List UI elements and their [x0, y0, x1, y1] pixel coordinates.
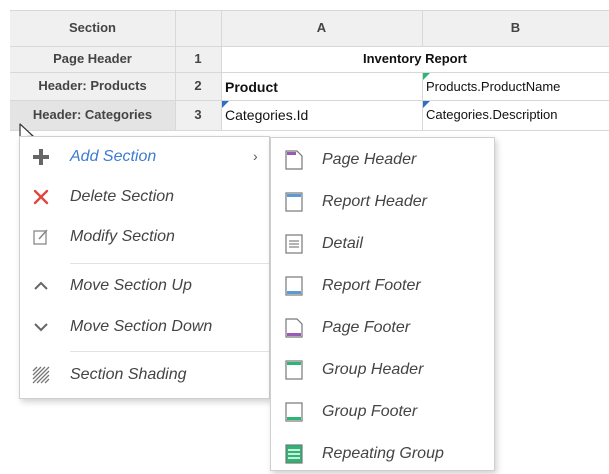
plus-icon — [32, 148, 50, 166]
grid-divider — [10, 130, 609, 131]
submenu-item-detail[interactable]: Detail — [271, 224, 494, 264]
submenu-item-label: Report Footer — [322, 277, 421, 294]
menu-item-label: Add Section — [70, 148, 157, 165]
chevron-down-icon — [32, 318, 50, 336]
shading-icon — [32, 366, 50, 384]
x-icon — [32, 188, 50, 206]
submenu-item-repeating-group[interactable]: Repeating Group — [271, 434, 494, 474]
menu-item-add-section[interactable]: Add Section › — [20, 137, 269, 177]
chevron-right-icon: › — [253, 148, 258, 164]
column-header-section[interactable]: Section — [10, 10, 175, 46]
report-header-icon — [285, 192, 303, 212]
menu-item-modify-section[interactable]: Modify Section — [20, 217, 269, 257]
repeating-group-icon — [285, 444, 303, 464]
add-section-submenu: Page Header Report Header Detail Report … — [270, 137, 495, 471]
row-number[interactable]: 3 — [175, 100, 221, 130]
grid-divider — [10, 46, 609, 47]
submenu-item-label: Group Footer — [322, 403, 418, 420]
detail-icon — [285, 234, 303, 254]
field-indicator-icon — [423, 73, 430, 80]
submenu-item-report-footer[interactable]: Report Footer — [271, 266, 494, 306]
page-footer-icon — [285, 318, 303, 338]
menu-item-delete-section[interactable]: Delete Section — [20, 177, 269, 217]
column-header-rownum — [175, 10, 221, 46]
grid-cell[interactable]: Products.ProductName — [422, 72, 609, 100]
grid-cell[interactable]: Categories.Id — [221, 100, 422, 130]
grid-divider — [10, 100, 609, 101]
field-indicator-icon — [423, 101, 430, 108]
menu-separator — [70, 263, 269, 264]
report-footer-icon — [285, 276, 303, 296]
page-header-icon — [285, 150, 303, 170]
grid-divider — [175, 10, 176, 130]
sections-grid: Section A B Page Header 1 Inventory Repo… — [0, 0, 609, 150]
menu-item-label: Section Shading — [70, 366, 187, 383]
menu-item-move-section-down[interactable]: Move Section Down — [20, 307, 269, 347]
submenu-item-report-header[interactable]: Report Header — [271, 182, 494, 222]
menu-item-label: Move Section Up — [70, 277, 192, 294]
submenu-item-label: Page Header — [322, 151, 417, 168]
grid-divider — [422, 10, 423, 46]
field-indicator-icon — [222, 101, 229, 108]
grid-divider — [10, 72, 609, 73]
submenu-item-group-footer[interactable]: Group Footer — [271, 392, 494, 432]
menu-item-label: Modify Section — [70, 228, 175, 245]
submenu-item-page-footer[interactable]: Page Footer — [271, 308, 494, 348]
submenu-item-page-header[interactable]: Page Header — [271, 140, 494, 180]
grid-cell-merged[interactable]: Inventory Report — [221, 46, 609, 72]
grid-cell[interactable]: Categories.Description — [422, 100, 609, 130]
row-number[interactable]: 1 — [175, 46, 221, 72]
menu-separator — [70, 351, 269, 352]
submenu-item-label: Page Footer — [322, 319, 411, 336]
grid-cell[interactable]: Product — [221, 72, 422, 100]
menu-item-section-shading[interactable]: Section Shading — [20, 355, 269, 395]
menu-item-move-section-up[interactable]: Move Section Up — [20, 266, 269, 306]
edit-icon — [32, 228, 50, 246]
column-header-a[interactable]: A — [221, 10, 422, 46]
submenu-item-label: Repeating Group — [322, 445, 444, 462]
section-row-header[interactable]: Page Header — [10, 46, 175, 72]
section-row-header[interactable]: Header: Products — [10, 72, 175, 100]
grid-divider — [221, 10, 222, 130]
group-footer-icon — [285, 402, 303, 422]
menu-item-label: Move Section Down — [70, 318, 213, 335]
submenu-item-label: Report Header — [322, 193, 427, 210]
submenu-item-label: Group Header — [322, 361, 424, 378]
submenu-item-group-header[interactable]: Group Header — [271, 350, 494, 390]
submenu-item-label: Detail — [322, 235, 363, 252]
grid-divider — [10, 10, 609, 11]
group-header-icon — [285, 360, 303, 380]
chevron-up-icon — [32, 277, 50, 295]
menu-item-label: Delete Section — [70, 188, 175, 205]
column-header-b[interactable]: B — [422, 10, 609, 46]
context-menu: Add Section › Delete Section Modify Sect… — [19, 136, 270, 399]
row-number[interactable]: 2 — [175, 72, 221, 100]
